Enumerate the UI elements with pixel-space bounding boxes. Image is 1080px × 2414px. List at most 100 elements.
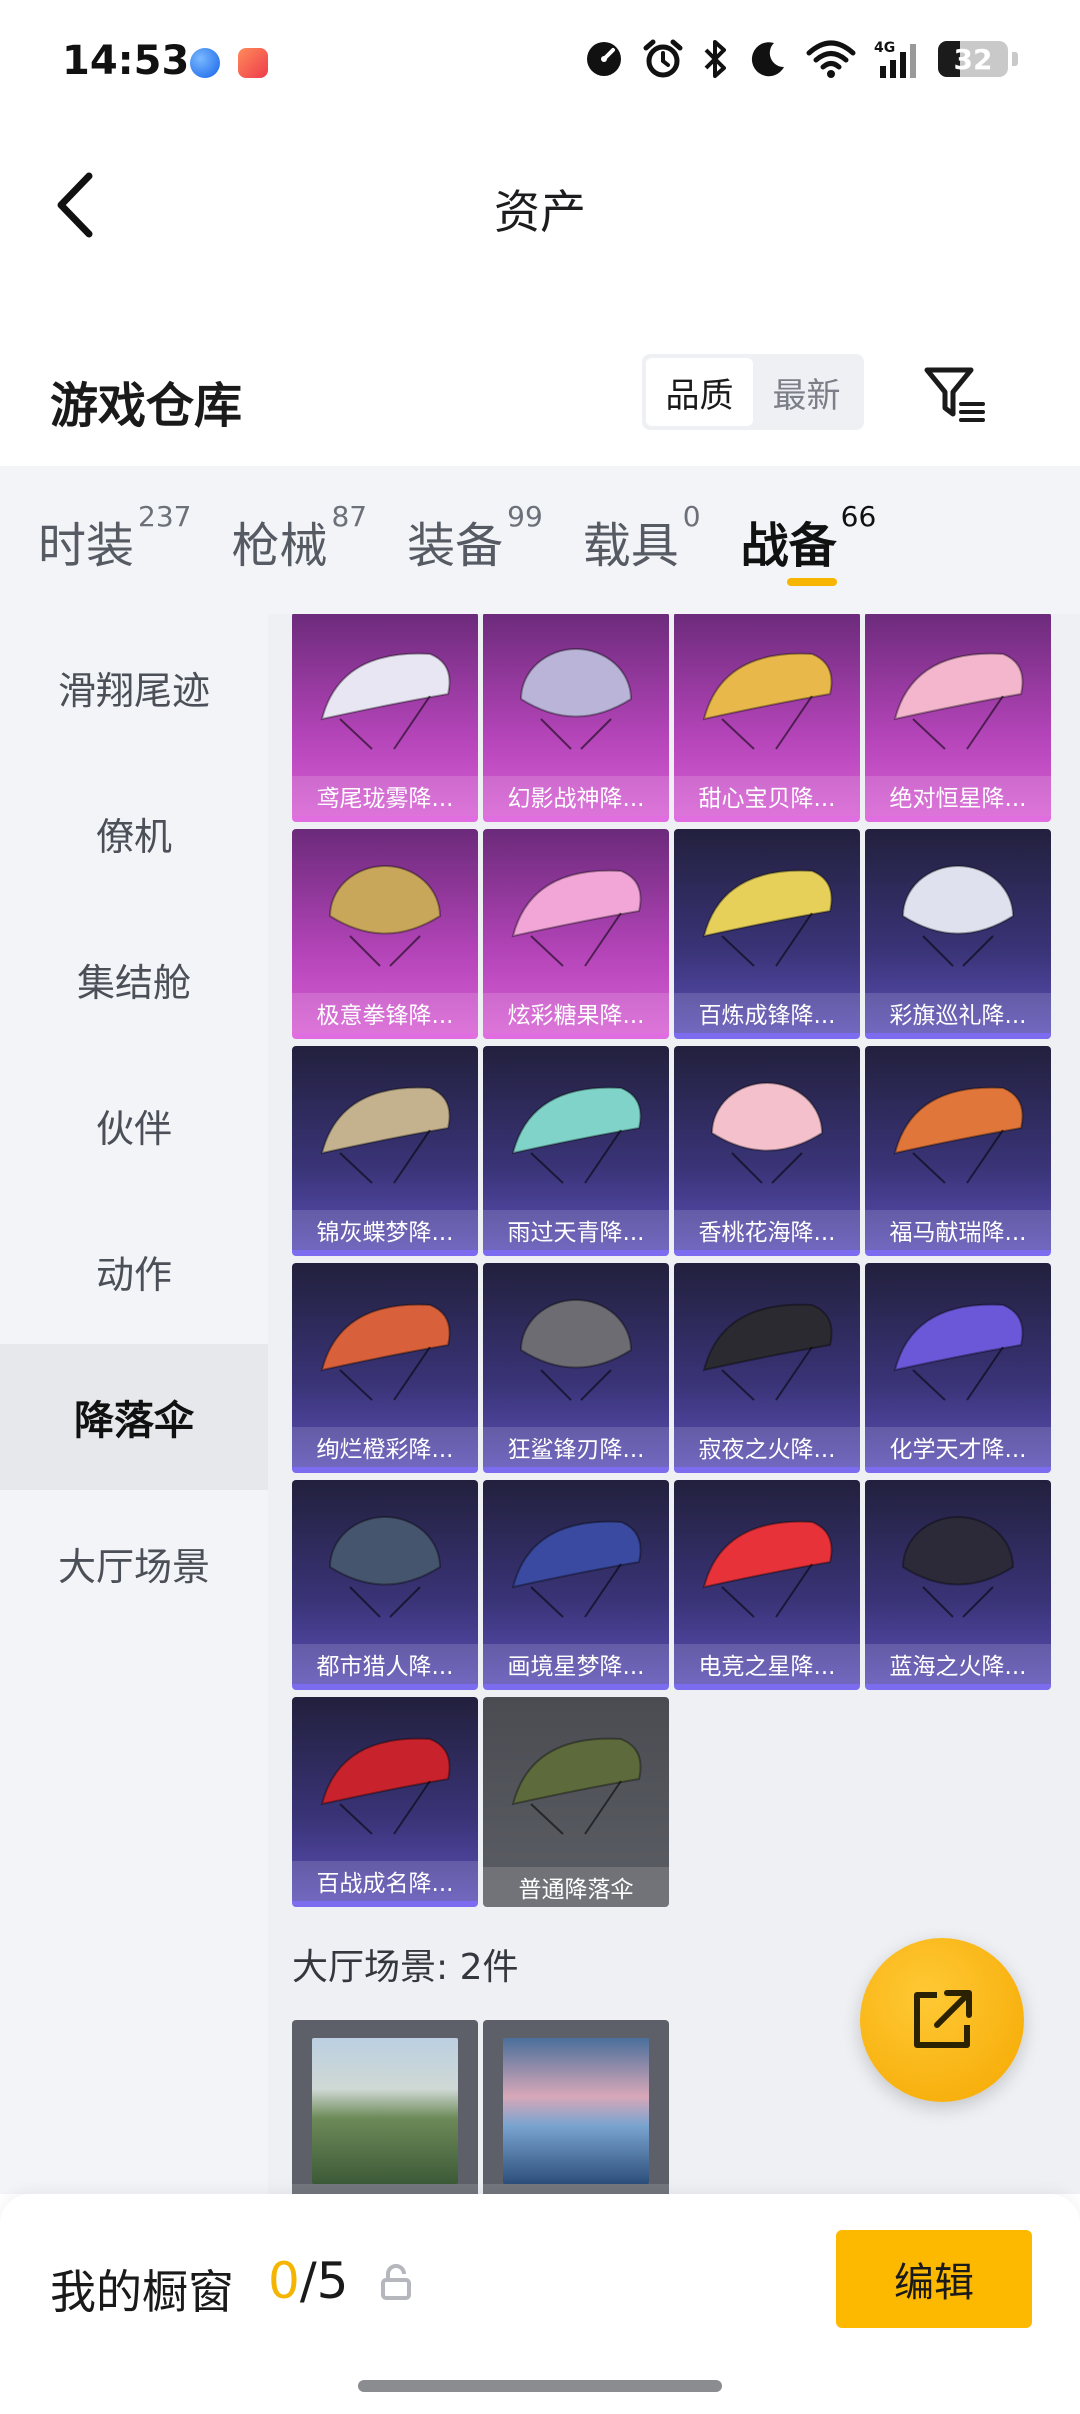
parachute-tile[interactable]: 绝对恒星降...: [865, 614, 1051, 822]
svg-text:4G: 4G: [874, 40, 895, 56]
side-nav: 滑翔尾迹 僚机 集结舱 伙伴 动作 降落伞 大厅场景: [0, 614, 268, 2194]
tab-label: 战备: [740, 518, 837, 574]
parachute-tile[interactable]: 化学天才降...: [865, 1263, 1051, 1473]
tab-equipment[interactable]: 装备99: [407, 466, 543, 576]
parachute-name: 极意拳锋降...: [292, 993, 478, 1033]
parachute-tile[interactable]: 炫彩糖果降...: [483, 829, 669, 1039]
side-item-emote[interactable]: 动作: [0, 1198, 268, 1344]
parachute-icon: [893, 1303, 1024, 1401]
parachute-name: 香桃花海降...: [674, 1210, 860, 1250]
side-item-lobby-scene[interactable]: 大厅场景: [0, 1490, 268, 1636]
lobby-scene-count: 大厅场景: 2件: [292, 1947, 519, 1988]
parachute-tile[interactable]: 幻影战神降...: [483, 614, 669, 822]
parachute-tile[interactable]: 彩旗巡礼降...: [865, 829, 1051, 1039]
parachute-name: 蓝海之火降...: [865, 1644, 1051, 1684]
parachute-icon: [893, 652, 1024, 750]
parachute-name: 化学天才降...: [865, 1427, 1051, 1467]
parachute-icon: [320, 1086, 451, 1184]
parachute-tile[interactable]: 画境星梦降...: [483, 1480, 669, 1690]
header: 资产: [0, 130, 1080, 280]
parachute-name: 炫彩糖果降...: [483, 993, 669, 1033]
battery-cap: [1012, 52, 1018, 66]
parachute-tile[interactable]: 极意拳锋降...: [292, 829, 478, 1039]
parachute-tile[interactable]: 百战成名降...: [292, 1697, 478, 1907]
parachute-tile[interactable]: 锦灰蝶梦降...: [292, 1046, 478, 1256]
parachute-icon: [320, 1737, 451, 1835]
page: 14:53 4G 32 资产 游戏仓库 品质 最新 时装237 枪械87 装备9…: [0, 0, 1080, 2414]
tab-vehicles[interactable]: 载具0: [583, 466, 701, 576]
parachute-tile[interactable]: 绚烂橙彩降...: [292, 1263, 478, 1473]
status-bar: 14:53 4G 32: [0, 0, 1080, 130]
parachute-tile[interactable]: 蓝海之火降...: [865, 1480, 1051, 1690]
home-indicator[interactable]: [358, 2380, 722, 2392]
alarm-icon: [643, 39, 683, 78]
parachute-name: 彩旗巡礼降...: [865, 993, 1051, 1033]
tab-count: 237: [138, 500, 192, 533]
parachute-icon: [702, 869, 833, 967]
parachute-tile[interactable]: 香桃花海降...: [674, 1046, 860, 1256]
scene-thumbnail: [503, 2038, 649, 2184]
lobby-scene-tile[interactable]: 主题场景-勇...: [292, 2020, 478, 2194]
parachute-icon: [702, 1520, 833, 1618]
parachute-name: 幻影战神降...: [483, 776, 669, 816]
speedometer-icon: [587, 42, 621, 76]
edit-button[interactable]: 编辑: [836, 2230, 1032, 2328]
tab-fashion[interactable]: 时装237: [38, 466, 191, 576]
parachute-name: 锦灰蝶梦降...: [292, 1210, 478, 1250]
filter-button[interactable]: [915, 360, 995, 430]
share-external-icon: [914, 1990, 972, 2048]
parachute-name: 福马献瑞降...: [865, 1210, 1051, 1250]
tab-label: 载具: [582, 518, 679, 574]
lobby-scene-tile[interactable]: 主题场景-冒...: [483, 2020, 669, 2194]
parachute-tile[interactable]: 狂鲨锋刃降...: [483, 1263, 669, 1473]
parachute-name: 狂鲨锋刃降...: [483, 1427, 669, 1467]
parachute-tile[interactable]: 百炼成锋降...: [674, 829, 860, 1039]
parachute-icon: [328, 1516, 442, 1618]
parachute-icon: [511, 869, 642, 967]
parachute-name: 普通降落伞: [483, 1867, 669, 1907]
tab-count: 87: [331, 500, 368, 533]
parachute-tile[interactable]: 电竞之星降...: [674, 1480, 860, 1690]
wifi-icon: [806, 40, 856, 78]
warehouse-header: 游戏仓库 品质 最新: [0, 330, 1080, 460]
parachute-tile[interactable]: 寂夜之火降...: [674, 1263, 860, 1473]
parachute-tile[interactable]: 福马献瑞降...: [865, 1046, 1051, 1256]
parachute-tile[interactable]: 甜心宝贝降...: [674, 614, 860, 822]
scene-name: 主题场景-勇...: [292, 2184, 478, 2194]
parachute-name: 绝对恒星降...: [865, 776, 1051, 816]
parachute-icon: [519, 648, 633, 750]
showcase-current: 0: [268, 2252, 300, 2310]
sort-toggle: 品质 最新: [642, 354, 864, 430]
scene-thumbnail: [312, 2038, 458, 2184]
tab-tactical-gear[interactable]: 战备66: [740, 466, 876, 586]
share-button[interactable]: [860, 1938, 1024, 2102]
battery-level: 32: [953, 43, 993, 76]
battery-icon: 32: [938, 41, 1008, 77]
parachute-tile[interactable]: 都市猎人降...: [292, 1480, 478, 1690]
parachute-icon: [511, 1086, 642, 1184]
tab-weapons[interactable]: 枪械87: [231, 466, 367, 576]
parachute-name: 都市猎人降...: [292, 1644, 478, 1684]
parachute-icon: [519, 1299, 633, 1401]
warehouse-title: 游戏仓库: [50, 378, 243, 434]
scene-name: 主题场景-冒...: [483, 2184, 669, 2194]
parachute-name: 寂夜之火降...: [674, 1427, 860, 1467]
parachute-icon: [320, 1303, 451, 1401]
parachute-name: 百战成名降...: [292, 1861, 478, 1901]
parachute-tile[interactable]: 普通降落伞: [483, 1697, 669, 1907]
sort-option-newest[interactable]: 最新: [753, 358, 860, 426]
sort-option-quality[interactable]: 品质: [646, 358, 753, 426]
side-item-companion[interactable]: 伙伴: [0, 1052, 268, 1198]
parachute-name: 鸢尾珑雾降...: [292, 776, 478, 816]
notification-icons: [190, 48, 268, 78]
side-item-rally-pod[interactable]: 集结舱: [0, 906, 268, 1052]
tab-label: 枪械: [231, 518, 328, 574]
side-item-glide-trail[interactable]: 滑翔尾迹: [0, 614, 268, 760]
side-item-wingman[interactable]: 僚机: [0, 760, 268, 906]
side-item-parachute[interactable]: 降落伞: [0, 1344, 268, 1490]
blue-app-icon: [190, 48, 220, 78]
parachute-tile[interactable]: 雨过天青降...: [483, 1046, 669, 1256]
showcase-count: 0/5: [268, 2252, 348, 2310]
system-icons: 4G 32: [584, 38, 1018, 80]
parachute-tile[interactable]: 鸢尾珑雾降...: [292, 614, 478, 822]
